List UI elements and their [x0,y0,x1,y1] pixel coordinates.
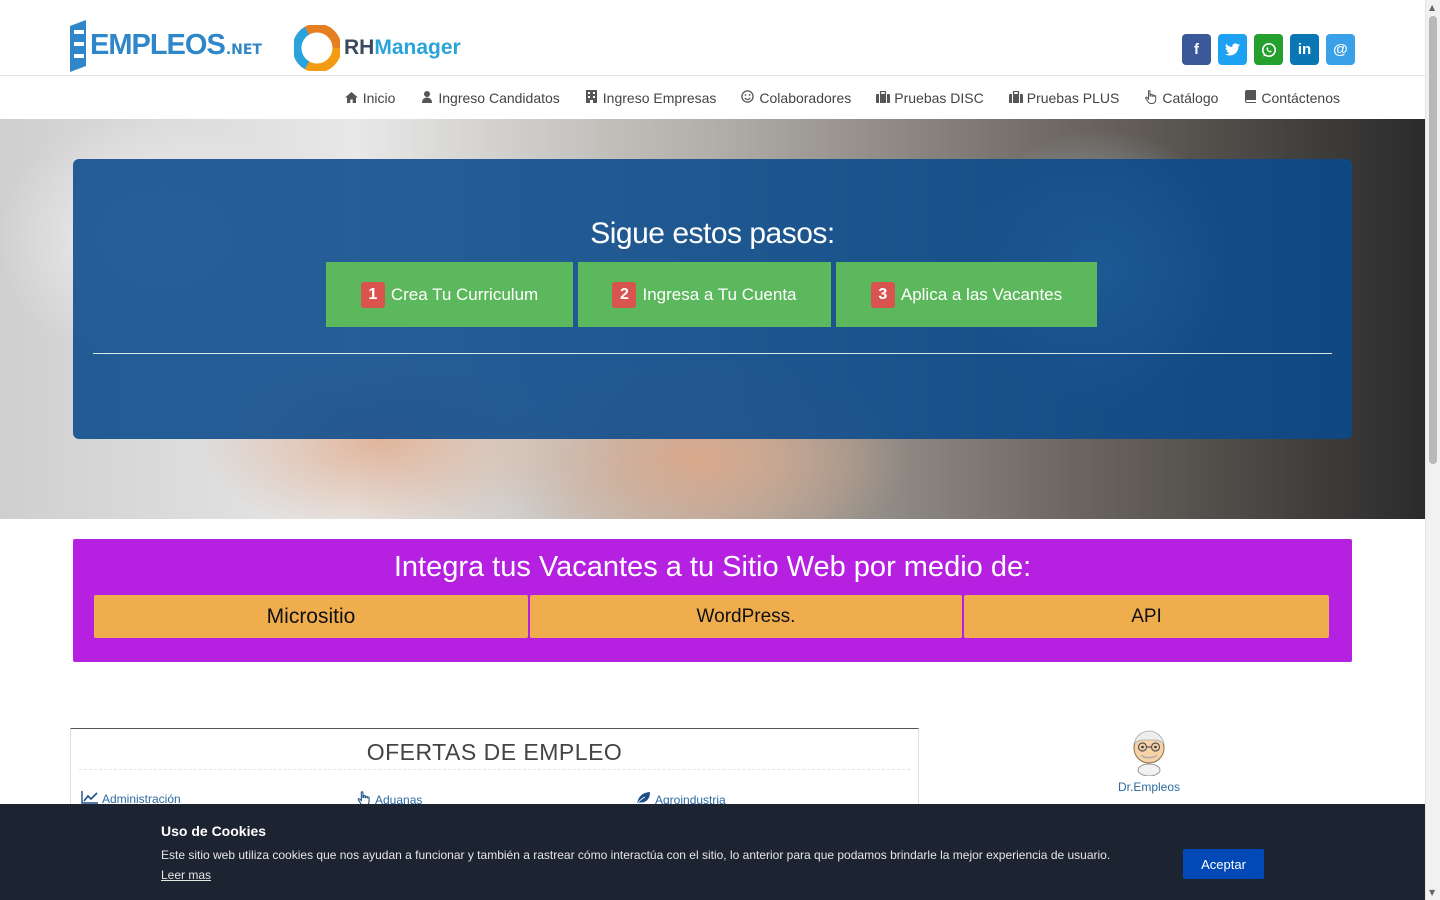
step-aplica-vacantes-button[interactable]: 3 Aplica a las Vacantes [836,262,1097,327]
step-crea-curriculum-button[interactable]: 1 Crea Tu Curriculum [326,262,573,327]
nav-item-label: Ingreso Empresas [602,90,717,106]
nav-item-label: Ingreso Candidatos [438,90,560,106]
step-ingresa-cuenta-button[interactable]: 2 Ingresa a Tu Cuenta [578,262,831,327]
hand-pointer-icon [1144,89,1157,107]
empleos-logo-mark-icon [68,18,88,74]
dr-empleos-widget[interactable]: Dr.Empleos [1112,728,1186,794]
linkedin-icon[interactable]: in [1290,34,1319,65]
steps-title: Sigue estos pasos: [590,217,835,250]
step-label: Crea Tu Curriculum [390,284,539,304]
building-icon [585,90,598,106]
email-icon[interactable]: @ [1326,34,1355,65]
steps-divider [93,353,1332,354]
wordpress-button[interactable]: WordPress. [530,595,962,638]
rhmanager-logo[interactable]: RHManager [292,23,461,73]
twitter-icon[interactable] [1218,34,1247,65]
nav-item-label: Catálogo [1162,90,1219,106]
job-offers-title: OFERTAS DE EMPLEO [366,739,623,765]
dr-empleos-label: Dr.Empleos [1117,780,1181,794]
dr-empleos-avatar-icon [1127,728,1171,777]
nav-item-label: Inicio [362,90,396,106]
briefcase-icon [876,90,891,106]
nav-item-label: Pruebas DISC [894,90,984,106]
whatsapp-icon[interactable] [1254,34,1283,65]
rhmanager-logo-prefix: RH [344,36,375,59]
nav-item-contactenos[interactable]: Contáctenos [1243,90,1340,106]
cookie-message: Este sitio web utiliza cookies que nos a… [161,848,1111,862]
cookie-accept-button[interactable]: Aceptar [1183,849,1264,879]
rhmanager-logo-suffix: Manager [374,36,461,59]
step-number-badge: 2 [612,281,637,308]
integration-title: Integra tus Vacantes a tu Sitio Web por … [393,551,1032,583]
empleos-logo-text: EMPLEOS [90,28,226,61]
hero-banner: Sigue estos pasos: 1 Crea Tu Curriculum … [0,119,1425,519]
nav-item-label: Contáctenos [1261,90,1340,106]
step-label: Aplica a las Vacantes [900,284,1063,304]
rhmanager-logo-mark-icon [292,23,342,73]
nav-item-pruebas-plus[interactable]: Pruebas PLUS [1008,90,1120,106]
nav-item-pruebas-disc[interactable]: Pruebas DISC [876,90,984,106]
steps-row: 1 Crea Tu Curriculum 2 Ingresa a Tu Cuen… [326,262,1097,327]
micrositio-button[interactable]: Micrositio [94,595,528,638]
nav-item-colaboradores[interactable]: Colaboradores [741,90,851,106]
main-nav: Inicio Ingreso Candidatos Ingreso Empres… [0,77,1425,119]
site-header: EMPLEOS .NET RHManager f in @ [0,0,1425,76]
scroll-down-arrow-icon[interactable]: ▼ [1429,888,1435,897]
scrollbar-thumb[interactable] [1429,16,1437,464]
cookie-banner: Uso de Cookies Este sitio web utiliza co… [0,804,1425,900]
nav-item-label: Colaboradores [759,90,852,106]
empleos-logo[interactable]: EMPLEOS .NET [68,18,262,74]
briefcase-icon [1008,90,1023,106]
empleos-logo-suffix: .NET [225,42,262,58]
user-icon [420,90,433,106]
book-icon [1243,90,1256,106]
cookie-title: Uso de Cookies [161,823,267,839]
step-number-badge: 1 [360,281,385,308]
step-label: Ingresa a Tu Cuenta [642,284,797,304]
cookie-text: Este sitio web utiliza cookies que nos a… [161,845,1121,885]
nav-item-inicio[interactable]: Inicio [344,90,396,106]
integration-panel: Integra tus Vacantes a tu Sitio Web por … [73,539,1352,662]
nav-item-catalogo[interactable]: Catálogo [1144,89,1219,107]
integration-options: Micrositio WordPress. API [94,595,1329,638]
step-number-badge: 3 [870,281,895,308]
home-icon [344,91,358,106]
scroll-up-arrow-icon[interactable]: ▲ [1429,3,1435,12]
nav-item-ingreso-candidatos[interactable]: Ingreso Candidatos [420,90,560,106]
facebook-icon[interactable]: f [1182,34,1211,65]
cookie-read-more-link[interactable]: Leer mas [161,868,211,882]
api-button[interactable]: API [964,595,1329,638]
smile-icon [741,90,755,106]
rhmanager-logo-text: RHManager [344,36,461,60]
social-links: f in @ [1182,34,1355,65]
job-offers-divider [79,769,910,770]
nav-item-label: Pruebas PLUS [1026,90,1120,106]
page-scrollbar[interactable]: ▲ ▼ [1425,0,1440,900]
steps-panel: Sigue estos pasos: 1 Crea Tu Curriculum … [73,159,1352,439]
nav-item-ingreso-empresas[interactable]: Ingreso Empresas [585,90,717,106]
